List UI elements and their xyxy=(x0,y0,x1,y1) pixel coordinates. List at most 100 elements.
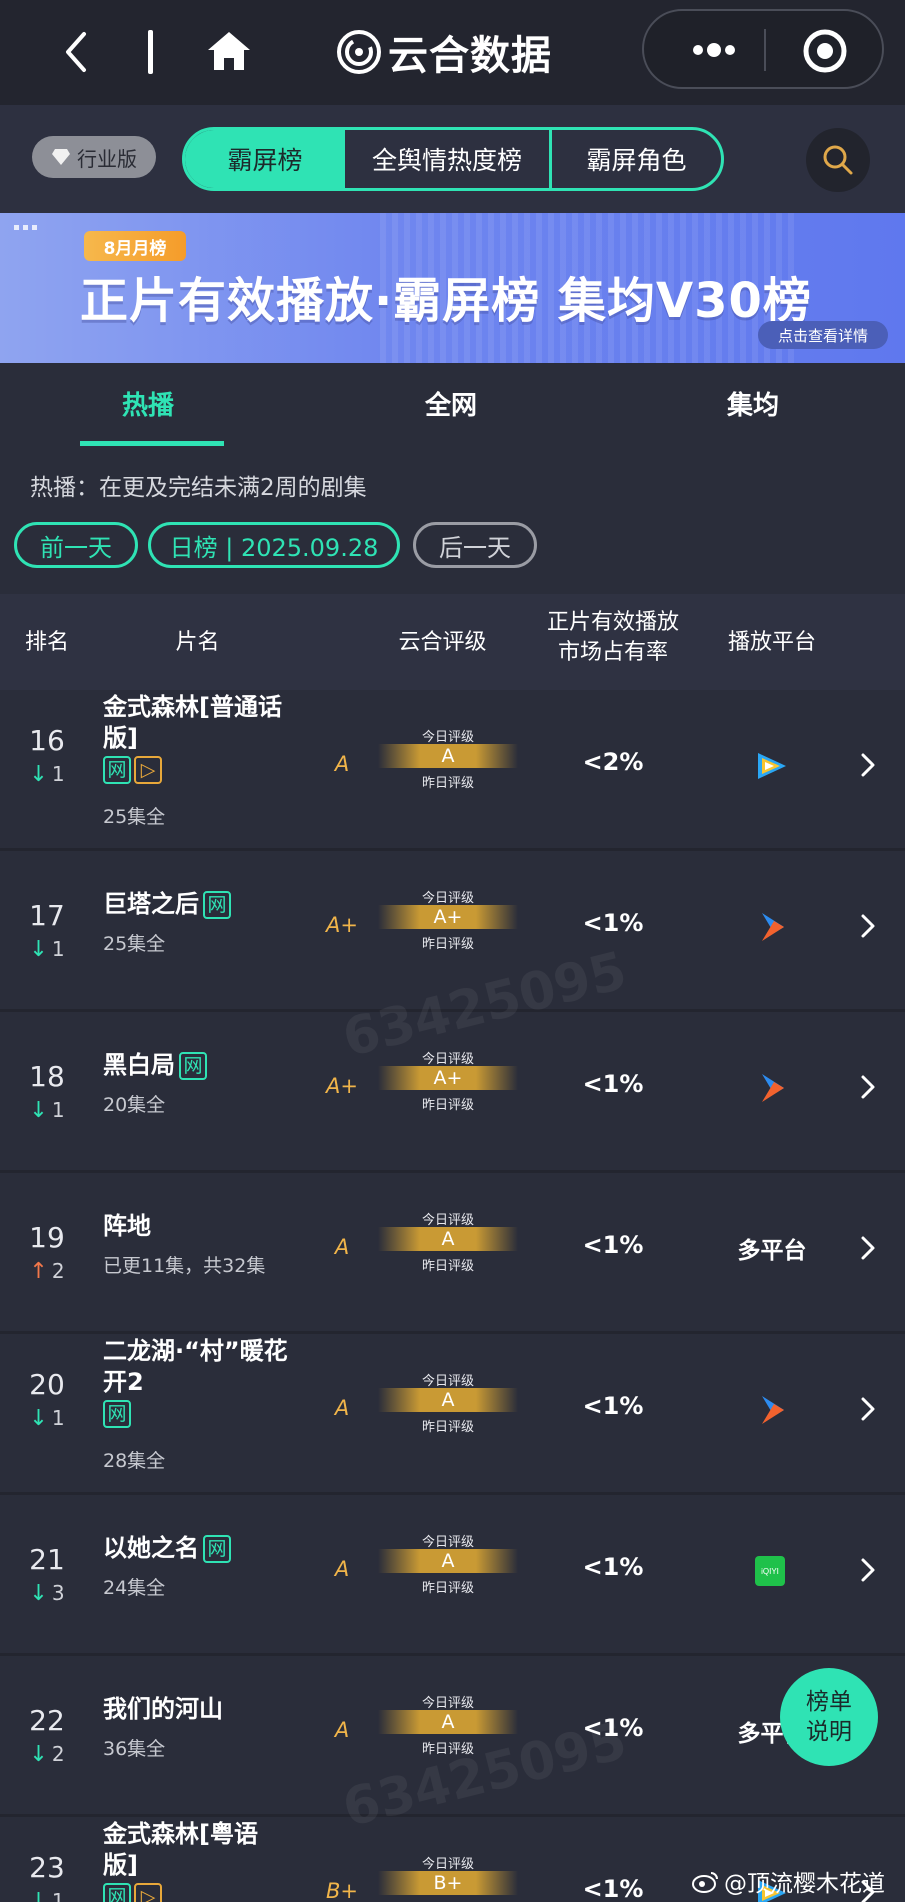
segment-roles[interactable]: 霸屏角色 xyxy=(552,130,721,188)
table-row[interactable]: 22 ↓ 2 我们的河山 36集全 A 今日评级 A 昨日评级 <1% 多平台 xyxy=(0,1656,905,1814)
network-badge: 网 xyxy=(179,1052,207,1080)
tab-per-episode[interactable]: 集均 xyxy=(727,385,779,422)
segment-public-opinion[interactable]: 全舆情热度榜 xyxy=(345,130,552,188)
app-title: 云合数据 xyxy=(388,33,552,79)
more-icon[interactable] xyxy=(674,31,754,69)
prev-day-button[interactable]: 前一天 xyxy=(14,522,138,568)
drama-title: 金式森林[粤语 版] 网 ▷ xyxy=(103,1819,303,1902)
ranking-explanation-button[interactable]: 榜单 说明 xyxy=(780,1668,878,1766)
active-tab-indicator xyxy=(80,441,224,446)
table-row[interactable]: 21 ↓ 3 以她之名网 24集全 A 今日评级 A 昨日评级 <1% iQIYI xyxy=(0,1495,905,1653)
header-market-share: 正片有效播放 市场占有率 xyxy=(538,608,688,668)
rank-number: 16 xyxy=(29,724,65,757)
episode-count: 24集全 xyxy=(103,1577,166,1599)
next-day-button[interactable]: 后一天 xyxy=(413,522,537,568)
rank-number: 21 xyxy=(29,1543,65,1576)
grade-left: A xyxy=(334,1396,350,1420)
episode-count: 已更11集，共32集 xyxy=(103,1255,266,1277)
market-share: <2% xyxy=(582,748,644,776)
banner-detail-button[interactable]: 点击查看详情 xyxy=(758,321,888,349)
close-target-icon[interactable] xyxy=(801,27,849,75)
rank-change-value: 1 xyxy=(51,1406,65,1430)
network-badge: 网 xyxy=(103,1400,131,1428)
rank-number: 20 xyxy=(29,1368,65,1401)
youku-icon xyxy=(762,1074,784,1102)
banner-tag: 8月月榜 xyxy=(84,231,186,261)
rank-change-value: 2 xyxy=(51,1742,65,1766)
iqiyi-icon: iQIYI xyxy=(755,1556,785,1586)
rank-number: 22 xyxy=(29,1704,65,1737)
header-share-line1: 正片有效播放 xyxy=(546,610,679,635)
chevron-right-icon[interactable] xyxy=(857,1396,879,1422)
rank-change: ↓ 1 xyxy=(0,762,94,787)
industry-version-button[interactable]: 行业版 xyxy=(32,136,156,178)
weibo-credit: @顶流樱木花道 xyxy=(692,1864,885,1898)
rank-number: 19 xyxy=(29,1221,65,1254)
segment-bapingbang[interactable]: 霸屏榜 xyxy=(185,130,345,188)
market-share: <1% xyxy=(582,1231,644,1259)
rank-number: 18 xyxy=(29,1060,65,1093)
table-row[interactable]: 18 ↓ 1 黑白局网 20集全 A+ 今日评级 A+ 昨日评级 <1% xyxy=(0,1012,905,1170)
table-header: 排名 片名 云合评级 正片有效播放 市场占有率 播放平台 xyxy=(0,594,905,690)
grade-bar: B+ xyxy=(378,1871,518,1895)
today-grade-label: 今日评级 xyxy=(421,1857,474,1872)
platform-logo xyxy=(754,911,790,947)
table-row[interactable]: 16 ↓ 1 金式森林[普通话 版] 网 ▷ 25集全 A 今日评级 A 昨日评级 <2% xyxy=(0,690,905,848)
arrow-down-icon: ↓ xyxy=(29,937,48,962)
date-selector[interactable]: 日榜 | 2025.09.28 xyxy=(148,522,400,568)
title-text-2: 版] xyxy=(103,724,138,752)
fab-line2: 说明 xyxy=(806,1719,852,1745)
grade-left: A xyxy=(334,1235,350,1259)
header-grade: 云合评级 xyxy=(398,630,487,655)
table-row[interactable]: 20 ↓ 1 二龙湖·“村”暖花 开2 网 28集全 A 今日评级 A 昨日评级 <1% xyxy=(0,1334,905,1492)
network-badge: 网 xyxy=(203,1535,231,1563)
list-description: 热播：在更及完结未满2周的剧集 xyxy=(30,475,367,501)
title-text-2: 版] xyxy=(103,1851,138,1879)
chevron-right-icon[interactable] xyxy=(857,1557,879,1583)
network-badge: 网 xyxy=(103,1883,131,1902)
title-text: 黑白局 xyxy=(103,1051,175,1079)
platform-logo xyxy=(754,1072,790,1108)
tab-all-network[interactable]: 全网 xyxy=(425,385,477,422)
title-text: 我们的河山 xyxy=(103,1695,223,1723)
arrow-down-icon: ↓ xyxy=(29,762,48,787)
tencent-video-icon xyxy=(758,753,786,779)
search-button[interactable] xyxy=(806,128,870,192)
yesterday-grade-label: 昨日评级 xyxy=(421,1742,474,1757)
today-grade-label: 今日评级 xyxy=(421,891,474,906)
table-row[interactable]: 17 ↓ 1 巨塔之后网 25集全 A+ 今日评级 A+ 昨日评级 <1% xyxy=(0,851,905,1009)
chevron-right-icon[interactable] xyxy=(857,1074,879,1100)
chevron-right-icon[interactable] xyxy=(857,913,879,939)
episode-count: 25集全 xyxy=(103,933,166,955)
today-grade-label: 今日评级 xyxy=(421,1052,474,1067)
industry-label: 行业版 xyxy=(77,146,137,171)
episode-count: 20集全 xyxy=(103,1094,166,1116)
episode-count: 36集全 xyxy=(103,1738,166,1760)
grade-left: A xyxy=(334,1718,350,1742)
title-text: 巨塔之后 xyxy=(103,890,199,918)
market-share: <1% xyxy=(582,1392,644,1420)
title-text: 金式森林[粤语 xyxy=(103,1820,258,1848)
episode-count: 25集全 xyxy=(103,806,166,828)
brand-logo-icon xyxy=(337,30,381,74)
promo-banner[interactable]: 8月月榜 正片有效播放·霸屏榜 集均V30榜 点击查看详情 xyxy=(0,213,905,363)
header-title: 片名 xyxy=(175,630,220,655)
arrow-up-icon: ↑ xyxy=(29,1259,48,1284)
back-icon[interactable] xyxy=(58,28,94,76)
arrow-down-icon: ↓ xyxy=(29,1406,48,1431)
rank-change-value: 2 xyxy=(51,1259,65,1283)
table-row[interactable]: 19 ↑ 2 阵地 已更11集，共32集 A 今日评级 A 昨日评级 <1% 多平台 xyxy=(0,1173,905,1331)
home-icon[interactable] xyxy=(204,26,254,76)
divider xyxy=(148,30,153,74)
today-grade-label: 今日评级 xyxy=(421,1535,474,1550)
tab-hot[interactable]: 热播 xyxy=(122,385,174,422)
chevron-right-icon[interactable] xyxy=(857,1235,879,1261)
rank-number: 23 xyxy=(29,1851,65,1884)
header-platform: 播放平台 xyxy=(727,630,816,655)
youku-icon xyxy=(762,1396,784,1424)
today-grade-label: 今日评级 xyxy=(421,1213,474,1228)
market-share: <1% xyxy=(582,1714,644,1742)
chevron-right-icon[interactable] xyxy=(857,752,879,778)
grade-bar: A xyxy=(378,1227,518,1251)
rank-change-value: 1 xyxy=(51,937,65,961)
